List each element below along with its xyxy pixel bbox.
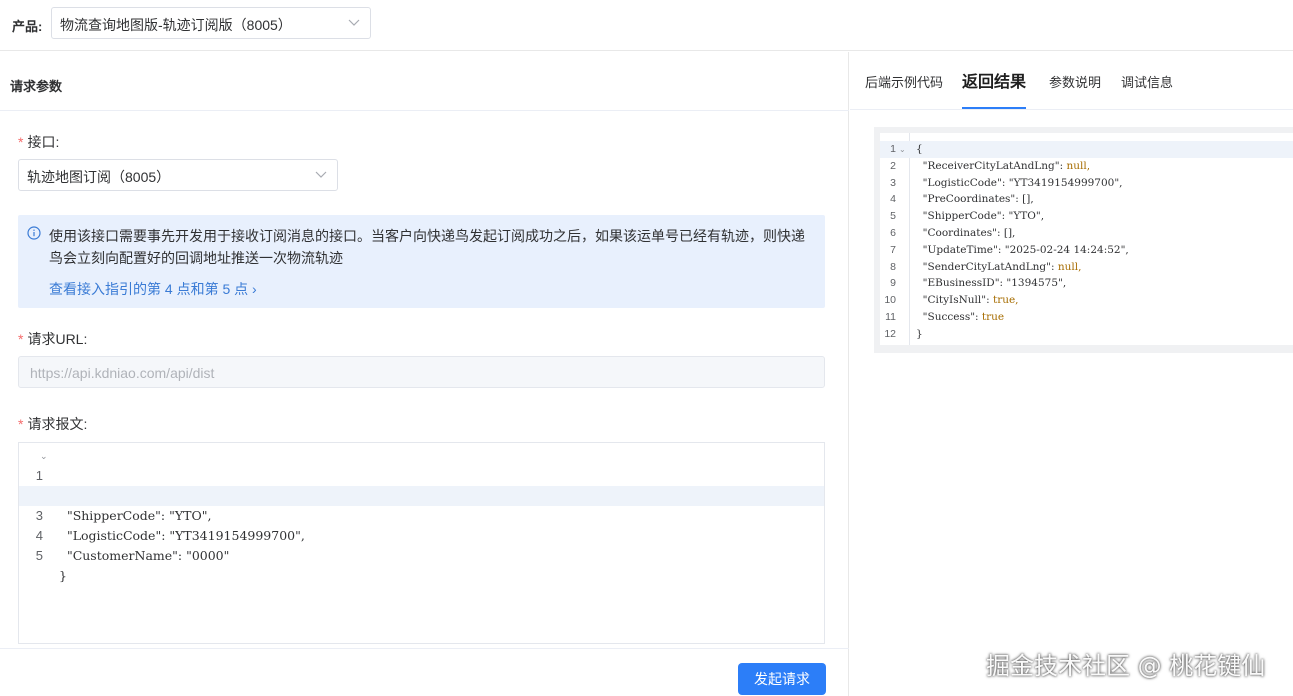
code-line: 1 ⌄{	[880, 141, 1293, 158]
request-url-label: * 请求URL:	[18, 331, 88, 347]
info-icon	[27, 226, 41, 240]
response-code-viewer[interactable]: 1 ⌄{ 2 "ReceiverCityLatAndLng": null, 3 "…	[880, 133, 1293, 345]
interface-label: * 接口:	[18, 134, 60, 150]
request-url-input[interactable]: https://api.kdniao.com/api/dist	[18, 356, 825, 388]
code-line: 12}	[884, 327, 923, 340]
top-bar: 产品: 物流查询地图版-轨迹订阅版（8005）	[0, 0, 1293, 51]
guide-link[interactable]: 查看接入指引的第 4 点和第 5 点 ›	[49, 279, 257, 299]
tab-response-result[interactable]: 返回结果	[962, 68, 1026, 92]
code-line: 2 "ReceiverCityLatAndLng": null,	[890, 159, 1091, 172]
interface-select-value: 轨迹地图订阅（8005）	[27, 169, 171, 185]
response-result-box: 1 ⌄{ 2 "ReceiverCityLatAndLng": null, 3 "…	[874, 127, 1293, 353]
request-body-editor[interactable]: 1⌄ { 2 "ShipperCode": "YTO", 3 "Logistic…	[18, 442, 825, 644]
divider	[0, 110, 849, 111]
code-line: 5 "ShipperCode": "YTO",	[890, 210, 1045, 223]
fold-icon: ⌄	[40, 452, 48, 462]
code-line: 7 "UpdateTime": "2025-02-24 14:24:52",	[890, 243, 1129, 256]
code-line: 9 "EBusinessID": "1394575",	[890, 277, 1067, 290]
product-select-value: 物流查询地图版-轨迹订阅版（8005）	[60, 17, 292, 33]
code-line: 8 "SenderCityLatAndLng": null,	[890, 260, 1082, 273]
product-label: 产品:	[12, 19, 43, 34]
code-line: 11 "Success": true	[885, 311, 1005, 323]
code-line: 6 "Coordinates": [],	[890, 227, 1016, 239]
fold-icon: ⌄	[899, 145, 906, 154]
active-tab-indicator	[962, 107, 1026, 109]
code-line: 4 "PreCoordinates": [],	[890, 193, 1034, 206]
chevron-down-icon	[348, 19, 360, 26]
notice-text: 使用该接口需要事先开发用于接收订阅消息的接口。当客户向快递鸟发起订阅成功之后，如…	[49, 228, 805, 266]
required-mark: *	[18, 416, 24, 432]
required-mark: *	[18, 331, 24, 347]
divider	[0, 648, 849, 649]
response-panel: 后端示例代码 返回结果 参数说明 调试信息 1 ⌄{ 2 "ReceiverCit…	[850, 52, 1293, 696]
tab-debug-info[interactable]: 调试信息	[1121, 72, 1173, 91]
code-line: 1⌄ {	[19, 446, 824, 503]
info-notice: 使用该接口需要事先开发用于接收订阅消息的接口。当客户向快递鸟发起订阅成功之后，如…	[18, 215, 825, 308]
code-line: 5 }	[35, 548, 67, 583]
tab-param-description[interactable]: 参数说明	[1049, 72, 1101, 91]
code-line: 2 "ShipperCode": "YTO",	[36, 488, 212, 523]
tab-backend-code[interactable]: 后端示例代码	[865, 72, 943, 91]
response-tabs: 后端示例代码 返回结果 参数说明 调试信息	[850, 52, 1293, 110]
request-panel: 请求参数 * 接口: 轨迹地图订阅（8005） 使用该接口需要事先开发用于接收订阅…	[0, 52, 849, 696]
chevron-down-icon	[315, 171, 327, 178]
panel-title: 请求参数	[10, 79, 63, 94]
request-body-label: * 请求报文:	[18, 416, 88, 432]
code-line: 3 "LogisticCode": "YT3419154999700",	[890, 176, 1123, 189]
interface-select[interactable]: 轨迹地图订阅（8005）	[18, 159, 338, 191]
code-line: 3 "LogisticCode": "YT3419154999700",	[19, 486, 824, 543]
required-mark: *	[18, 134, 24, 150]
watermark: 掘金技术社区 @ 桃花键仙	[986, 652, 1266, 680]
code-line: 4 "CustomerName": "0000"	[35, 528, 230, 563]
product-select[interactable]: 物流查询地图版-轨迹订阅版（8005）	[51, 7, 371, 39]
code-line: 10 "CityIsNull": true,	[884, 294, 1019, 307]
submit-request-button[interactable]: 发起请求	[738, 663, 826, 695]
request-url-placeholder: https://api.kdniao.com/api/dist	[30, 365, 215, 381]
